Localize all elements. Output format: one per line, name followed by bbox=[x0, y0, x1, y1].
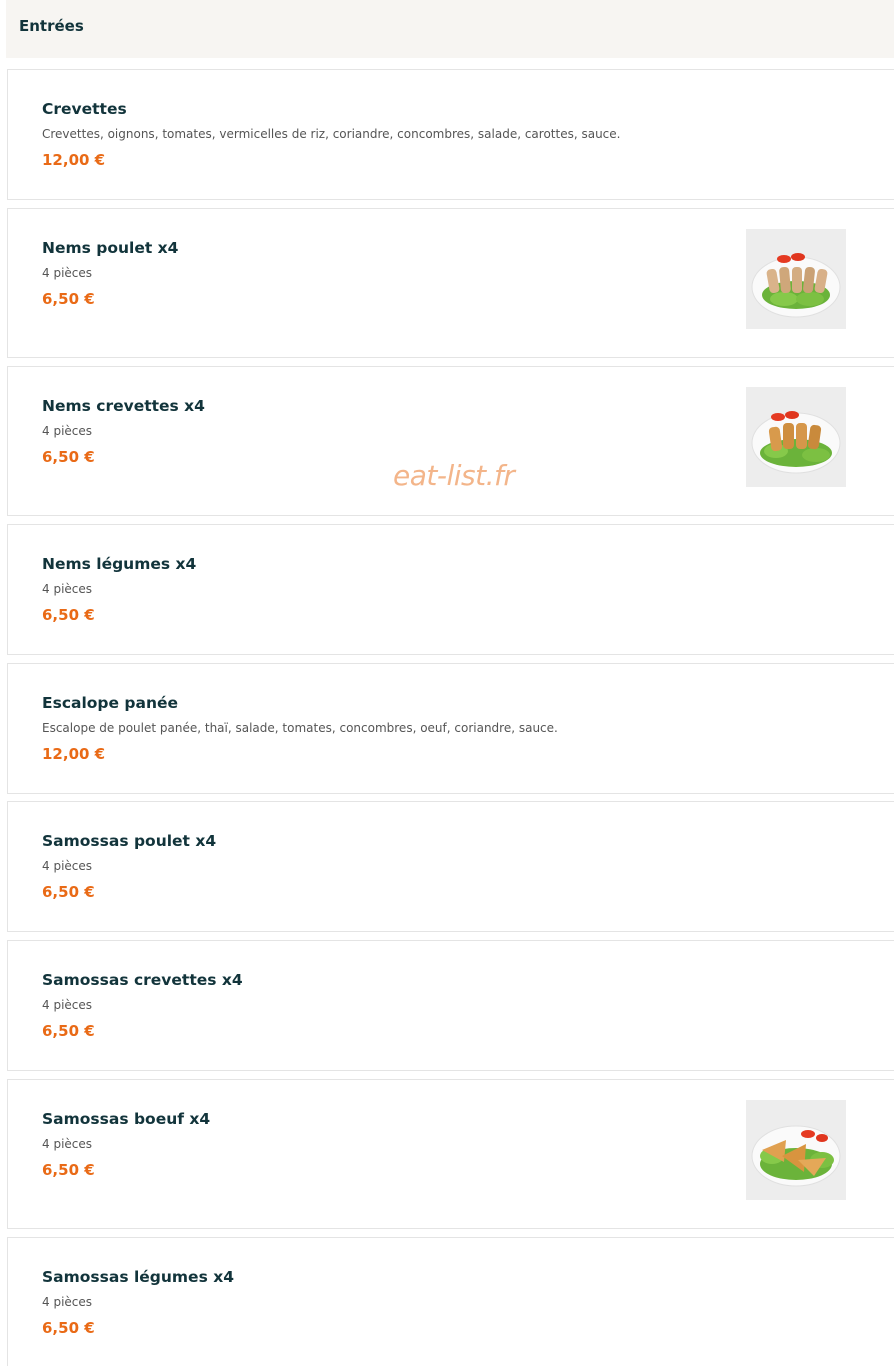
menu-item-samossas-legumes[interactable]: Samossas légumes x4 4 pièces 6,50 € bbox=[7, 1237, 894, 1366]
menu-item-samossas-poulet[interactable]: Samossas poulet x4 4 pièces 6,50 € bbox=[7, 801, 894, 932]
item-name: Samossas boeuf x4 bbox=[42, 1110, 211, 1128]
item-description: Escalope de poulet panée, thaï, salade, … bbox=[42, 721, 558, 735]
item-name: Escalope panée bbox=[42, 694, 179, 712]
item-price: 12,00 € bbox=[42, 151, 106, 169]
nems-poulet-photo[interactable] bbox=[746, 229, 846, 329]
item-description: 4 pièces bbox=[42, 424, 93, 438]
item-price: 6,50 € bbox=[42, 290, 95, 308]
item-description: 4 pièces bbox=[42, 1137, 93, 1151]
item-price: 6,50 € bbox=[42, 448, 95, 466]
item-price: 6,50 € bbox=[42, 883, 95, 901]
menu-item-nems-poulet[interactable]: Nems poulet x4 4 pièces 6,50 € bbox=[7, 208, 894, 358]
item-description: 4 pièces bbox=[42, 998, 93, 1012]
menu-item-crevettes[interactable]: Crevettes Crevettes, oignons, tomates, v… bbox=[7, 69, 894, 200]
item-price: 6,50 € bbox=[42, 1022, 95, 1040]
item-name: Samossas poulet x4 bbox=[42, 832, 217, 850]
menu-item-nems-legumes[interactable]: Nems légumes x4 4 pièces 6,50 € bbox=[7, 524, 894, 655]
item-price: 12,00 € bbox=[42, 745, 106, 763]
item-name: Samossas légumes x4 bbox=[42, 1268, 234, 1286]
menu-item-samossas-boeuf[interactable]: Samossas boeuf x4 4 pièces 6,50 € bbox=[7, 1079, 894, 1229]
item-name: Nems crevettes x4 bbox=[42, 397, 205, 415]
item-name: Samossas crevettes x4 bbox=[42, 971, 243, 989]
section-header: Entrées bbox=[6, 0, 894, 58]
nems-crevettes-photo[interactable] bbox=[746, 387, 846, 487]
item-price: 6,50 € bbox=[42, 1319, 95, 1337]
item-description: Crevettes, oignons, tomates, vermicelles… bbox=[42, 127, 621, 141]
item-price: 6,50 € bbox=[42, 1161, 95, 1179]
item-price: 6,50 € bbox=[42, 606, 95, 624]
item-description: 4 pièces bbox=[42, 1295, 93, 1309]
item-description: 4 pièces bbox=[42, 859, 93, 873]
menu-item-escalope-panee[interactable]: Escalope panée Escalope de poulet panée,… bbox=[7, 663, 894, 794]
item-description: 4 pièces bbox=[42, 582, 93, 596]
menu-item-nems-crevettes[interactable]: Nems crevettes x4 4 pièces 6,50 € bbox=[7, 366, 894, 516]
samossas-boeuf-photo[interactable] bbox=[746, 1100, 846, 1200]
item-name: Nems poulet x4 bbox=[42, 239, 179, 257]
menu-item-samossas-crevettes[interactable]: Samossas crevettes x4 4 pièces 6,50 € bbox=[7, 940, 894, 1071]
item-description: 4 pièces bbox=[42, 266, 93, 280]
item-name: Nems légumes x4 bbox=[42, 555, 197, 573]
item-name: Crevettes bbox=[42, 100, 127, 118]
section-title: Entrées bbox=[19, 17, 84, 35]
